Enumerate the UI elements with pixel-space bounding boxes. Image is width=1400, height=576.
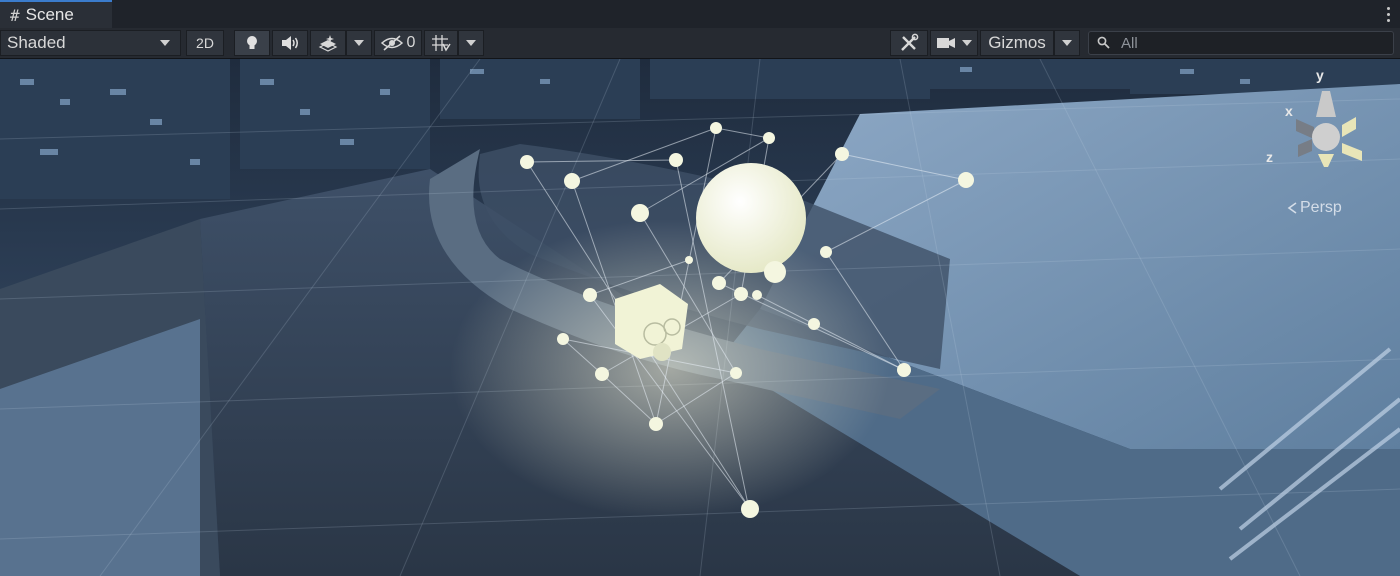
chevron-down-icon (962, 40, 972, 46)
chevron-left-icon (1287, 202, 1297, 214)
speaker-icon (282, 36, 298, 50)
lightbulb-icon (247, 36, 257, 49)
chevron-down-icon (354, 40, 364, 46)
draw-mode-label: Shaded (7, 33, 66, 52)
scene-tab-title: Scene (25, 5, 74, 24)
layers-sparkle-icon (318, 35, 338, 52)
chevron-down-icon (466, 40, 476, 46)
draw-mode-dropdown[interactable]: Shaded (0, 30, 181, 56)
z-axis-label[interactable]: z (1266, 149, 1273, 165)
y-axis-label[interactable]: y (1316, 67, 1324, 83)
gizmos-toggle-button[interactable]: Gizmos (980, 30, 1054, 56)
camera-icon (937, 38, 955, 48)
gizmos-label: Gizmos (988, 33, 1046, 52)
sphere-light[interactable] (696, 163, 806, 273)
grid-snapping-button[interactable] (424, 30, 458, 56)
chevron-down-icon (1062, 40, 1072, 46)
hidden-count: 0 (406, 34, 416, 51)
audio-toggle-button[interactable] (272, 30, 308, 56)
scene-search-field[interactable] (1088, 31, 1394, 55)
grid-snap-icon (432, 35, 451, 52)
scene-viewport[interactable]: y x z Persp (0, 59, 1400, 576)
lighting-toggle-button[interactable] (234, 30, 270, 56)
2d-label: 2D (196, 35, 214, 51)
more-options-icon[interactable] (1384, 4, 1392, 24)
scene-tab[interactable]: # Scene (0, 0, 112, 28)
tab-bar: # Scene (0, 0, 1400, 29)
camera-settings-dropdown[interactable] (930, 30, 978, 56)
search-input[interactable] (1119, 33, 1383, 53)
scene-render (0, 59, 1400, 576)
hidden-eye-icon (380, 35, 403, 51)
2d-toggle-button[interactable]: 2D (186, 30, 224, 56)
projection-toggle[interactable]: Persp (1286, 199, 1342, 217)
grid-dropdown[interactable] (458, 30, 484, 56)
effects-toggle-button[interactable] (310, 30, 346, 56)
gizmos-dropdown[interactable] (1054, 30, 1080, 56)
tools-icon (901, 33, 919, 51)
chevron-down-icon (160, 40, 170, 46)
projection-label: Persp (1300, 199, 1342, 216)
search-icon (1097, 36, 1110, 49)
tools-button[interactable] (890, 30, 928, 56)
scene-toolbar: Shaded 2D 0 Gizmos (0, 28, 1400, 59)
scene-visibility-toggle[interactable]: 0 (374, 30, 422, 56)
hash-grid-icon: # (10, 5, 20, 25)
effects-dropdown[interactable] (346, 30, 372, 56)
light-glow (450, 219, 890, 519)
x-axis-label[interactable]: x (1285, 103, 1293, 119)
